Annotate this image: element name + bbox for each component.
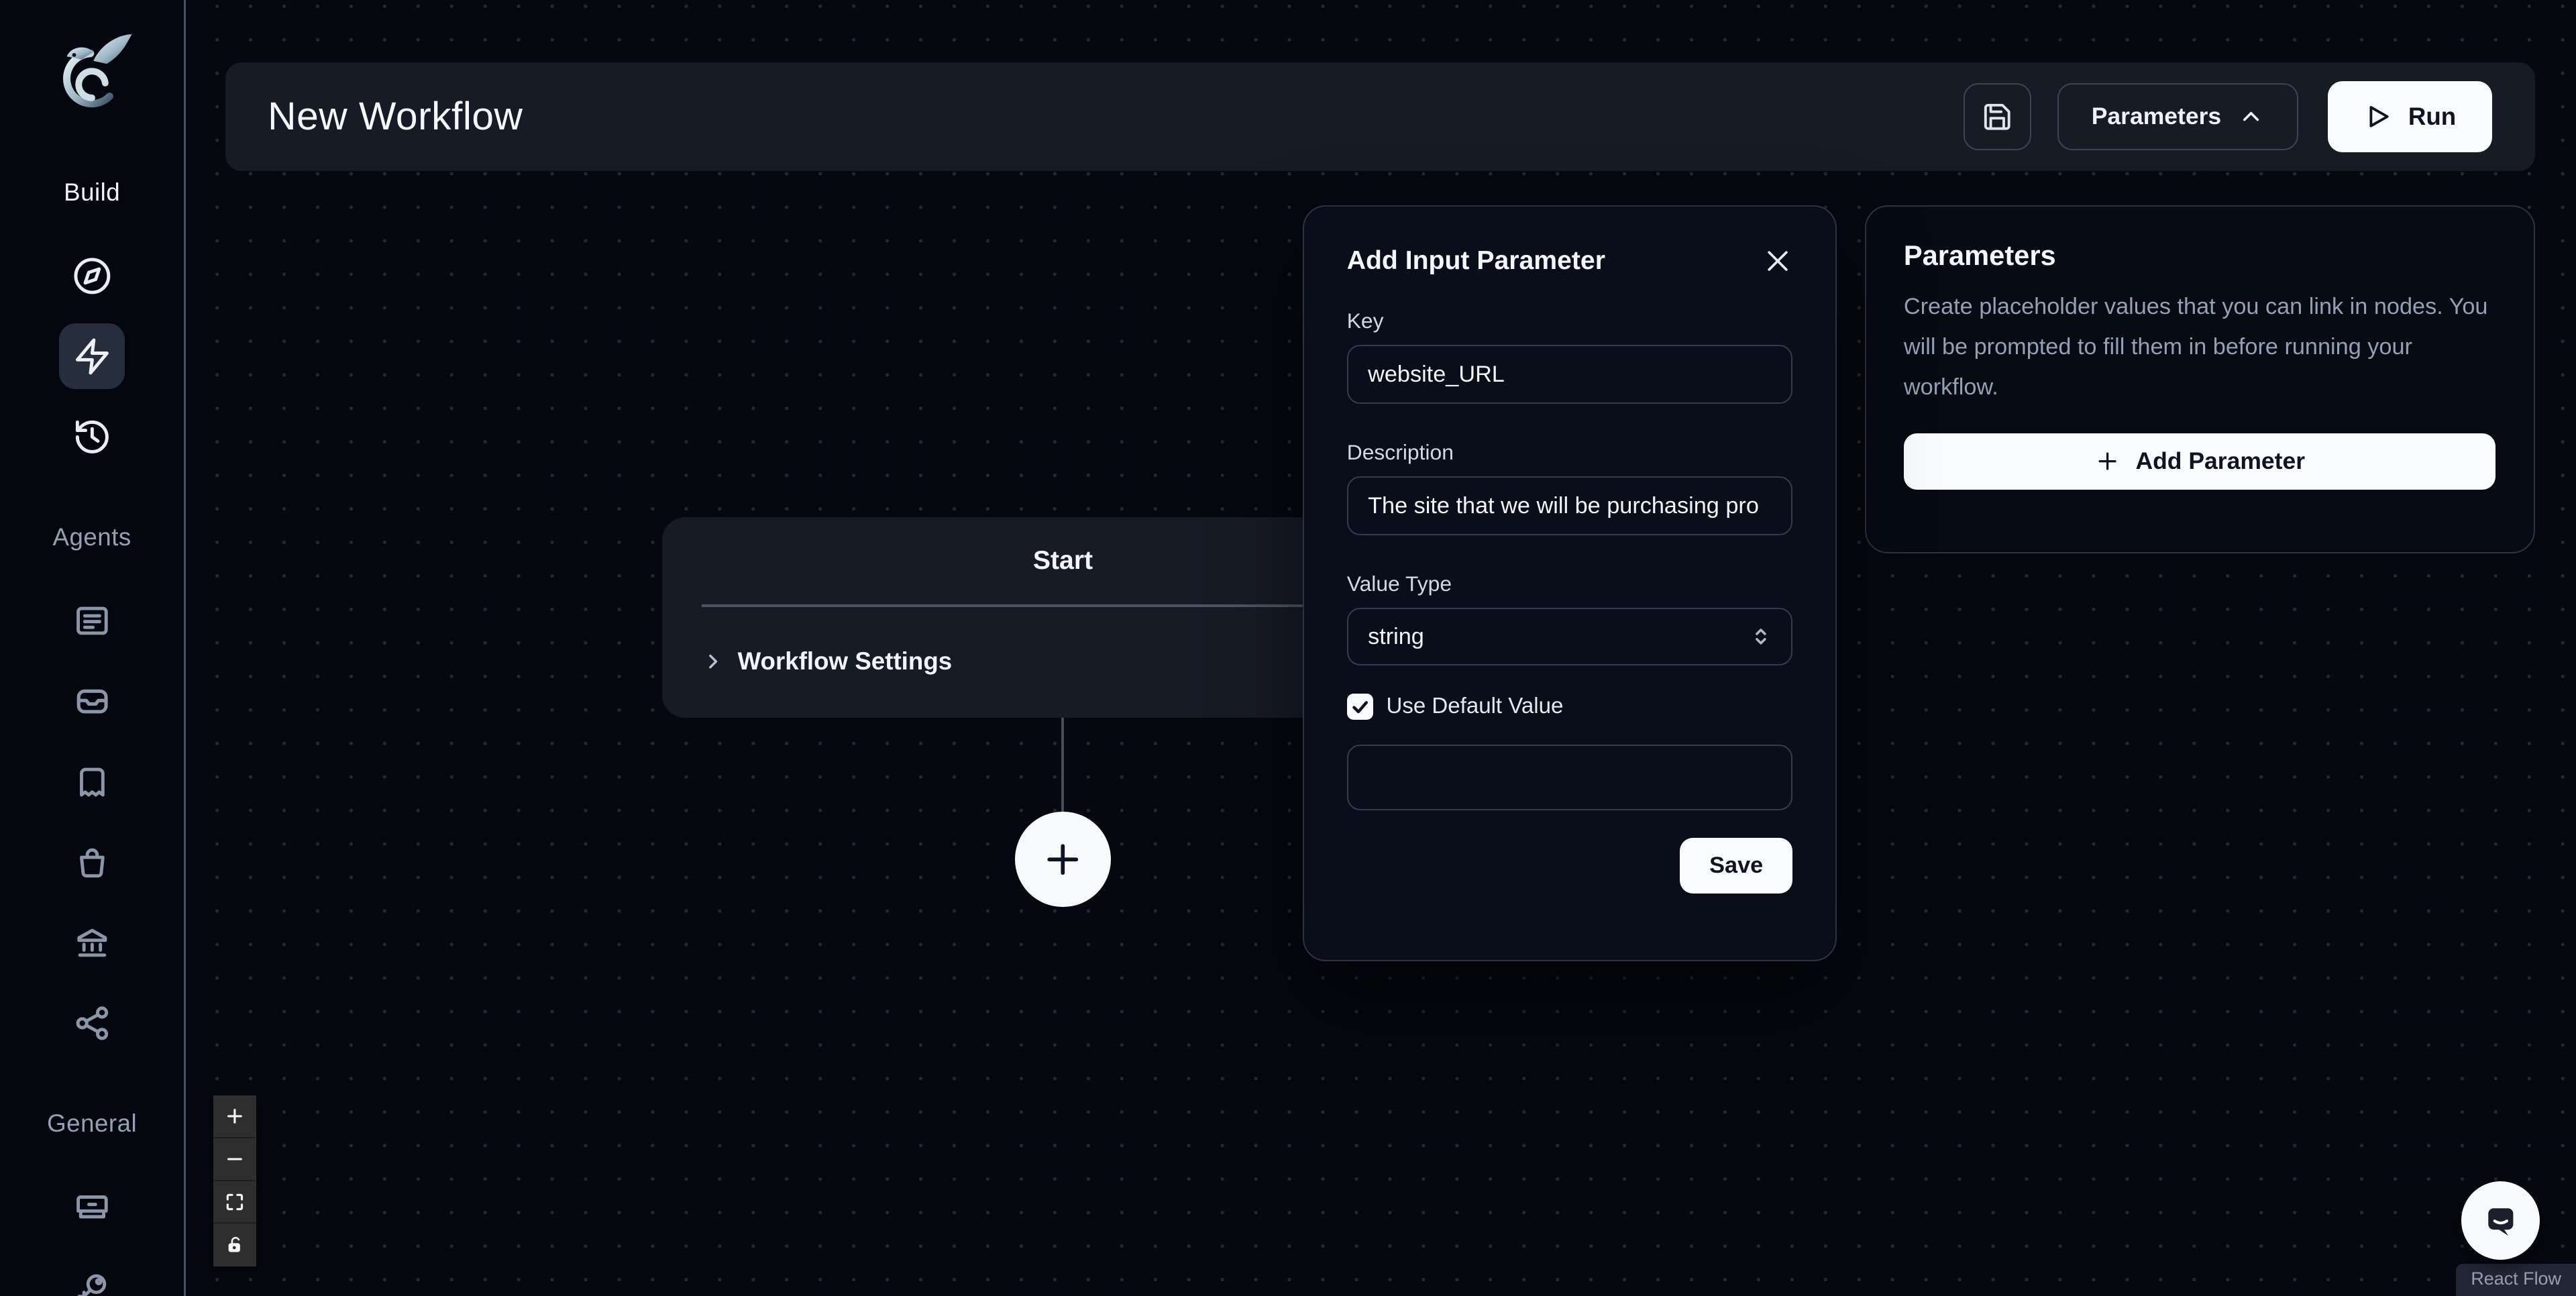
sidebar-item-inbox[interactable]	[59, 669, 125, 735]
check-icon	[1350, 697, 1370, 716]
chevron-right-icon	[702, 650, 724, 673]
run-workflow-button[interactable]: Run	[2328, 81, 2492, 152]
add-input-parameter-modal: Add Input Parameter Key Description Valu…	[1303, 205, 1837, 961]
sidebar-item-forms[interactable]	[59, 588, 125, 654]
parameters-panel: Parameters Create placeholder values tha…	[1865, 205, 2535, 553]
description-input[interactable]	[1347, 476, 1793, 535]
app-window: Build Agents	[0, 0, 2576, 1296]
plus-icon	[224, 1105, 246, 1127]
use-default-value-row[interactable]: Use Default Value	[1347, 694, 1793, 720]
add-parameter-label: Add Parameter	[2135, 447, 2305, 475]
react-flow-attribution[interactable]: React Flow	[2456, 1264, 2576, 1296]
run-button-label: Run	[2408, 103, 2456, 131]
inbox-tray-icon	[72, 681, 113, 722]
share-network-icon	[72, 1004, 112, 1043]
sidebar-item-history[interactable]	[59, 404, 125, 470]
plus-icon	[1040, 836, 1086, 883]
compass-icon	[72, 256, 112, 296]
sidebar-item-keys[interactable]	[59, 1255, 125, 1296]
monitor-icon	[72, 1188, 112, 1228]
use-default-checkbox[interactable]	[1347, 694, 1373, 720]
fit-view-icon	[224, 1191, 246, 1213]
sidebar-item-integrations[interactable]	[59, 991, 125, 1057]
header-actions: Parameters Run	[1964, 81, 2492, 152]
bookmark-icon	[72, 762, 112, 802]
floppy-disk-icon	[1982, 101, 2013, 133]
edge-connector	[1061, 718, 1064, 812]
shopping-bag-icon	[72, 843, 112, 882]
add-parameter-button[interactable]: Add Parameter	[1904, 433, 2496, 489]
canvas-controls	[213, 1095, 256, 1266]
use-default-label: Use Default Value	[1386, 694, 1563, 719]
lock-button[interactable]	[213, 1224, 256, 1266]
description-field-label: Description	[1347, 440, 1793, 465]
chat-bubble-icon	[2479, 1199, 2522, 1242]
value-type-selected-option: string	[1368, 624, 1424, 650]
parameters-toggle-label: Parameters	[2092, 103, 2221, 130]
page-title: New Workflow	[268, 94, 523, 139]
play-icon	[2364, 103, 2392, 131]
key-input[interactable]	[1347, 345, 1793, 404]
sidebar-section-general: General	[47, 1110, 137, 1138]
sidebar-item-explore[interactable]	[59, 243, 125, 309]
zoom-in-button[interactable]	[213, 1095, 256, 1138]
sidebar-item-devices[interactable]	[59, 1175, 125, 1240]
workflow-settings-label: Workflow Settings	[738, 647, 953, 676]
plus-icon	[2094, 448, 2121, 474]
key-field-label: Key	[1347, 309, 1793, 333]
fit-view-button[interactable]	[213, 1181, 256, 1224]
value-type-field-label: Value Type	[1347, 572, 1793, 596]
chevron-up-icon	[2238, 103, 2264, 129]
workflow-header: New Workflow Parameters Run	[225, 62, 2535, 171]
parameters-panel-description: Create placeholder values that you can l…	[1904, 286, 2496, 407]
sidebar-item-bank[interactable]	[59, 910, 125, 976]
default-value-input[interactable]	[1347, 745, 1793, 810]
bank-icon	[72, 923, 112, 963]
form-card-icon	[72, 601, 112, 641]
sidebar: Build Agents	[0, 0, 186, 1296]
key-icon	[72, 1268, 112, 1296]
add-node-button[interactable]	[1015, 812, 1110, 907]
history-icon	[72, 417, 112, 457]
sidebar-item-bookmarks[interactable]	[59, 749, 125, 815]
save-parameter-button[interactable]: Save	[1680, 838, 1792, 894]
parameters-toggle-button[interactable]: Parameters	[2057, 83, 2298, 150]
dragon-logo-icon	[48, 26, 136, 128]
chat-launcher-button[interactable]	[2461, 1181, 2540, 1260]
save-workflow-button[interactable]	[1964, 83, 2031, 150]
parameters-panel-title: Parameters	[1904, 239, 2496, 272]
unlock-icon	[224, 1234, 246, 1256]
lightning-bolt-icon	[72, 337, 112, 376]
close-modal-button[interactable]	[1763, 246, 1792, 276]
select-chevrons-icon	[1750, 626, 1772, 647]
sidebar-section-agents: Agents	[53, 523, 131, 551]
zoom-out-button[interactable]	[213, 1138, 256, 1181]
sidebar-item-workflows[interactable]	[59, 323, 125, 389]
app-logo[interactable]	[48, 26, 136, 128]
close-icon	[1763, 246, 1792, 276]
sidebar-item-store[interactable]	[59, 830, 125, 896]
sidebar-section-build: Build	[64, 178, 120, 207]
minus-icon	[224, 1148, 246, 1170]
modal-title: Add Input Parameter	[1347, 246, 1605, 276]
value-type-select[interactable]: string	[1347, 608, 1793, 665]
